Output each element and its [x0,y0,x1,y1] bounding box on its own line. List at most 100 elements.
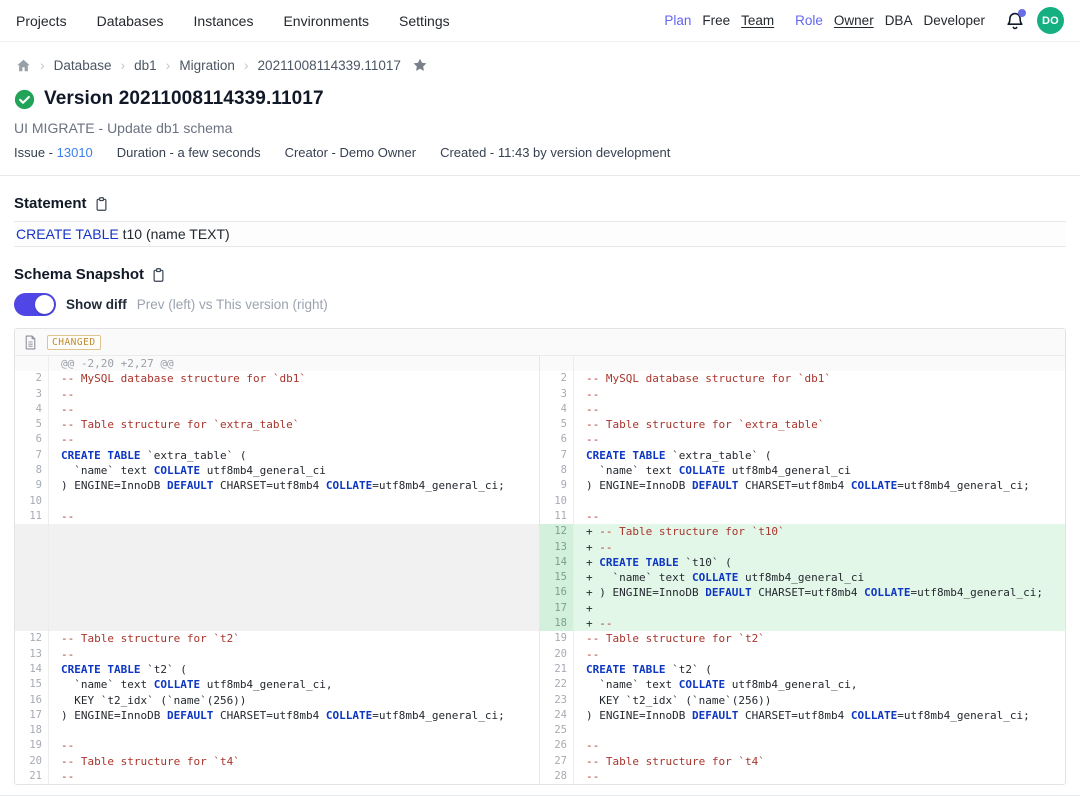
nav-projects[interactable]: Projects [16,13,67,29]
plan-free-option[interactable]: Free [702,13,730,28]
code-line: -- [49,769,539,784]
diff-row-fill [15,585,539,600]
diff-row-add: 13+ -- [540,540,1065,555]
plan-team-option[interactable]: Team [741,13,774,28]
code-line [574,723,1065,738]
show-diff-toggle[interactable] [14,293,56,316]
notification-bell-icon[interactable] [1004,10,1026,32]
diff-left-column[interactable]: @@ -2,20 +2,27 @@2-- MySQL database stru… [15,356,540,784]
code-line: ) ENGINE=InnoDB DEFAULT CHARSET=utf8mb4 … [49,708,539,723]
diff-right-column[interactable]: 2-- MySQL database structure for `db1`3-… [540,356,1065,784]
breadcrumb-migration[interactable]: Migration [179,58,235,73]
version-meta: Issue - 13010 Duration - a few seconds C… [14,145,1064,160]
nav-settings[interactable]: Settings [399,13,450,29]
sql-rest: t10 (name TEXT) [119,226,230,242]
changed-badge: CHANGED [47,335,101,350]
line-number: 5 [15,417,49,432]
line-number: 19 [540,631,574,646]
sql-keyword: CREATE TABLE [16,226,119,242]
copy-snapshot-icon[interactable] [151,267,166,283]
diff-row-fill [15,555,539,570]
nav-instances[interactable]: Instances [194,13,254,29]
diff-row-ctx: 28-- [540,769,1065,784]
code-line: -- Table structure for `t2` [49,631,539,646]
diff-toggle-row: Show diff Prev (left) vs This version (r… [14,293,1064,316]
line-number: 3 [540,387,574,402]
copy-statement-icon[interactable] [94,196,109,212]
meta-creator: Creator - Demo Owner [285,145,416,160]
diff-row-ctx: 2-- MySQL database structure for `db1` [540,371,1065,386]
role-owner-option[interactable]: Owner [834,13,874,28]
diff-row-fill [15,601,539,616]
line-number: 4 [15,402,49,417]
breadcrumb-db1[interactable]: db1 [134,58,157,73]
code-line: -- Table structure for `t4` [574,754,1065,769]
diff-row-ctx: 22 `name` text COLLATE utf8mb4_general_c… [540,677,1065,692]
line-number: 13 [15,647,49,662]
line-number: 23 [540,693,574,708]
diff-row-ctx: 10 [540,494,1065,509]
line-number: 17 [540,601,574,616]
notification-dot [1018,9,1026,17]
line-number: 12 [15,631,49,646]
meta-created: Created - 11:43 by version development [440,145,670,160]
home-icon[interactable] [16,58,31,73]
line-number: 21 [15,769,49,784]
diff-row-ctx: 26-- [540,738,1065,753]
code-line: + [574,601,1065,616]
line-number [15,616,49,631]
diff-row-ctx: 3-- [15,387,539,402]
show-diff-label: Show diff [66,297,127,312]
diff-row-fill [15,616,539,631]
code-line: + `name` text COLLATE utf8mb4_general_ci [574,570,1065,585]
code-line: CREATE TABLE `extra_table` ( [574,448,1065,463]
line-number: 15 [15,677,49,692]
diff-row-ctx: 14CREATE TABLE `t2` ( [15,662,539,677]
breadcrumb-database[interactable]: Database [54,58,112,73]
line-number [540,356,574,371]
line-number: 6 [540,432,574,447]
code-line: CREATE TABLE `extra_table` ( [49,448,539,463]
meta-duration: Duration - a few seconds [117,145,261,160]
diff-row-add: 12+ -- Table structure for `t10` [540,524,1065,539]
diff-row-fill [15,540,539,555]
diff-row-add: 16+ ) ENGINE=InnoDB DEFAULT CHARSET=utf8… [540,585,1065,600]
breadcrumb-version[interactable]: 20211008114339.11017 [258,58,401,73]
statement-title: Statement [14,195,87,212]
nav-environments[interactable]: Environments [283,13,369,29]
line-number: 26 [540,738,574,753]
diff-row-ctx: 4-- [540,402,1065,417]
code-line: -- [574,402,1065,417]
line-number: 4 [540,402,574,417]
code-line: -- [49,738,539,753]
code-line: -- Table structure for `t4` [49,754,539,769]
code-line: `name` text COLLATE utf8mb4_general_ci [574,463,1065,478]
diff-row-ctx: 18 [15,723,539,738]
nav-databases[interactable]: Databases [97,13,164,29]
issue-link[interactable]: 13010 [57,145,93,160]
diff-row-ctx: 20-- [540,647,1065,662]
diff-row-ctx: 24) ENGINE=InnoDB DEFAULT CHARSET=utf8mb… [540,708,1065,723]
avatar[interactable]: DO [1037,7,1064,34]
breadcrumb-separator-icon [120,57,125,73]
diff-row-ctx: 15 `name` text COLLATE utf8mb4_general_c… [15,677,539,692]
success-check-icon [14,89,35,110]
diff-row-ctx: 17) ENGINE=InnoDB DEFAULT CHARSET=utf8mb… [15,708,539,723]
line-number: 20 [15,754,49,769]
version-subtitle: UI MIGRATE - Update db1 schema [14,120,1064,136]
code-line: -- [574,509,1065,524]
file-icon [24,335,37,350]
code-line: + -- [574,616,1065,631]
code-line: -- MySQL database structure for `db1` [574,371,1065,386]
diff-row-ctx: 25 [540,723,1065,738]
role-dba-option[interactable]: DBA [885,13,913,28]
star-icon[interactable] [412,57,428,73]
diff-row-ctx: 7CREATE TABLE `extra_table` ( [540,448,1065,463]
snapshot-header: Schema Snapshot [14,266,1064,283]
diff-row-ctx: 2-- MySQL database structure for `db1` [15,371,539,386]
diff-row-ctx: 7CREATE TABLE `extra_table` ( [15,448,539,463]
diff-row-ctx: 8 `name` text COLLATE utf8mb4_general_ci [15,463,539,478]
role-developer-option[interactable]: Developer [923,13,985,28]
diff-row-ctx: 10 [15,494,539,509]
code-line: -- [49,647,539,662]
